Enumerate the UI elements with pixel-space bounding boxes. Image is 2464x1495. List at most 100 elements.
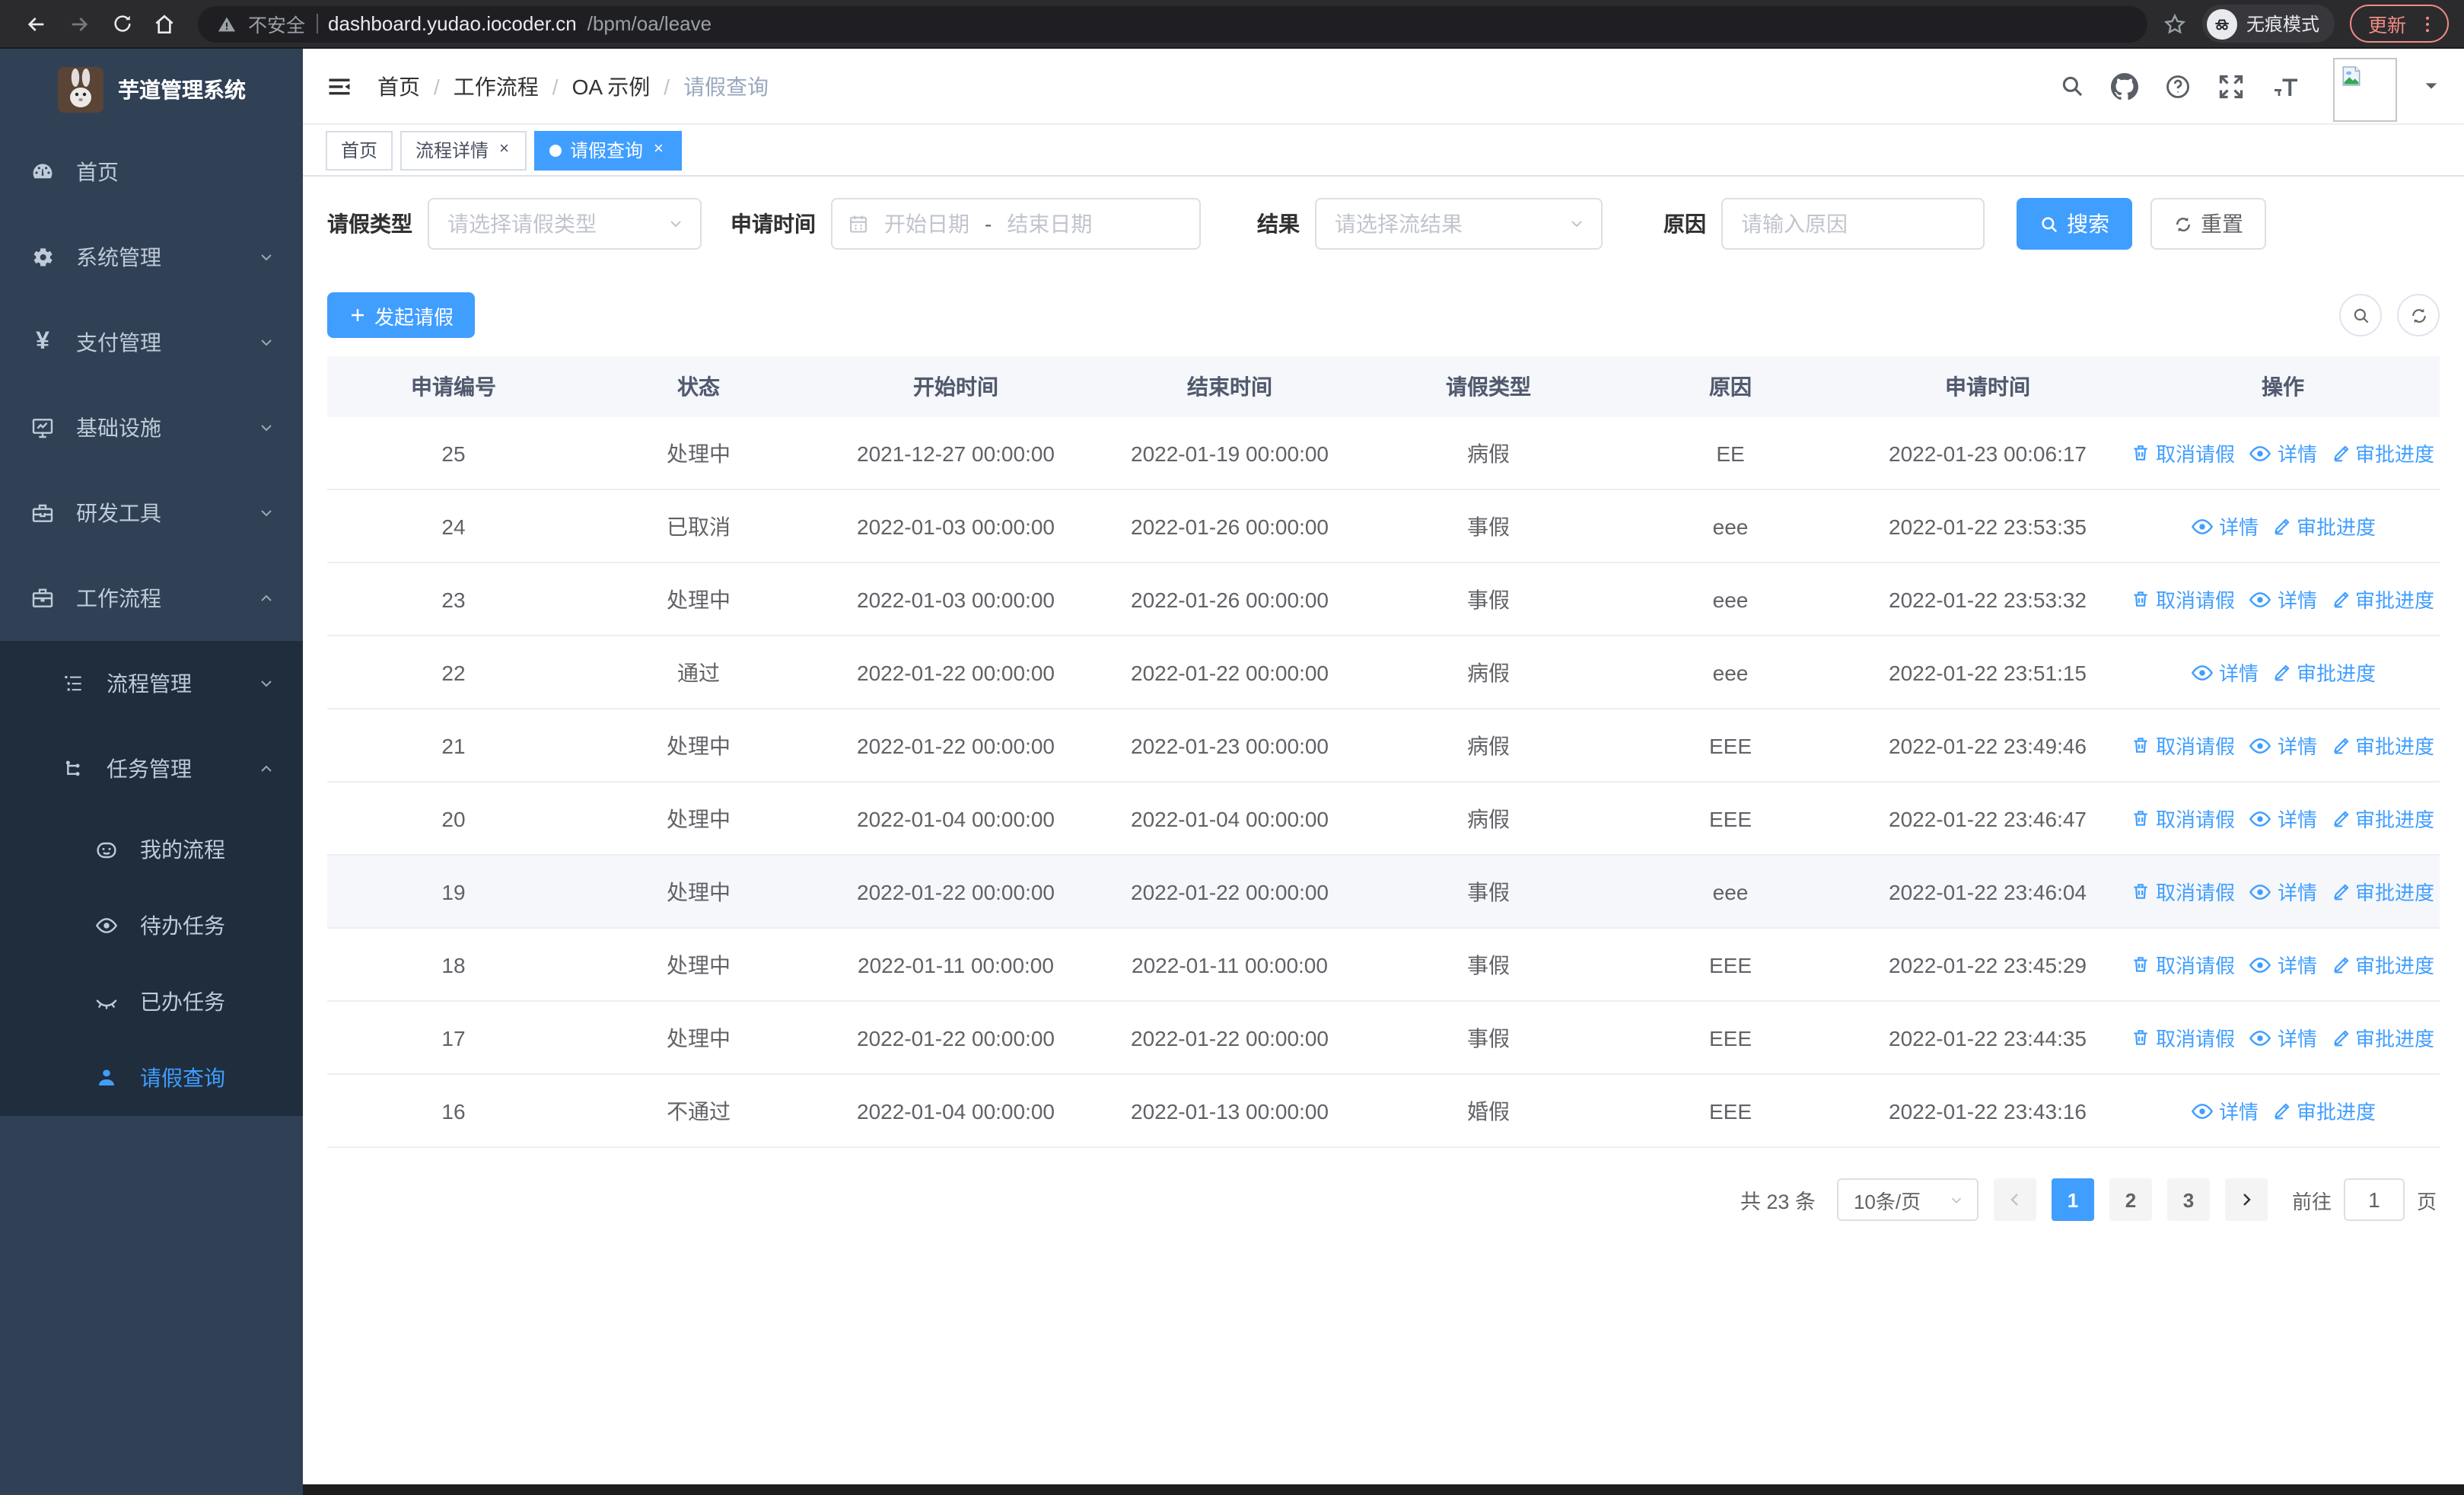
font-size-icon[interactable] — [2271, 72, 2301, 100]
trash-icon — [2131, 955, 2151, 974]
insecure-warning-icon[interactable] — [216, 13, 237, 34]
tab-close-icon[interactable]: × — [651, 140, 667, 160]
github-icon[interactable] — [2111, 72, 2138, 100]
avatar[interactable] — [2333, 57, 2397, 121]
back-icon[interactable] — [15, 5, 58, 42]
page-button-2[interactable]: 2 — [2109, 1178, 2152, 1221]
sidebar-item-请假查询[interactable]: 请假查询 — [0, 1040, 303, 1116]
update-label[interactable]: 更新 — [2368, 9, 2406, 38]
detail-action[interactable]: 详情 — [2249, 877, 2317, 906]
avatar-caret-icon[interactable] — [2423, 78, 2440, 94]
sidebar-collapse-icon[interactable] — [326, 72, 353, 100]
sidebar-item-待办任务[interactable]: 待办任务 — [0, 888, 303, 964]
fullscreen-icon[interactable] — [2217, 72, 2245, 100]
sidebar-item-研发工具[interactable]: 研发工具 — [0, 470, 303, 556]
sidebar-item-工作流程[interactable]: 工作流程 — [0, 556, 303, 641]
approval-progress-action[interactable]: 审批进度 — [2331, 804, 2434, 833]
action-label: 详情 — [2277, 808, 2317, 831]
approval-progress-action[interactable]: 审批进度 — [2272, 658, 2376, 687]
reason-input[interactable] — [1741, 212, 1965, 236]
tab-close-icon[interactable]: × — [496, 140, 512, 160]
detail-action[interactable]: 详情 — [2190, 512, 2259, 540]
tab-流程详情[interactable]: 流程详情 × — [400, 130, 527, 170]
approval-progress-action[interactable]: 审批进度 — [2331, 585, 2434, 614]
cell-apply-time: 2022-01-22 23:44:35 — [1889, 1025, 2087, 1050]
security-label[interactable]: 不安全 — [248, 9, 305, 38]
approval-progress-action[interactable]: 审批进度 — [2331, 438, 2434, 467]
reload-icon[interactable] — [100, 5, 143, 42]
approval-progress-action[interactable]: 审批进度 — [2331, 950, 2434, 979]
leave-type-select[interactable]: 请选择请假类型 — [428, 198, 702, 250]
cancel-leave-action[interactable]: 取消请假 — [2131, 804, 2235, 833]
url-path[interactable]: /bpm/oa/leave — [587, 12, 712, 35]
apply-time-range-picker[interactable]: 开始日期 - 结束日期 — [831, 198, 1201, 250]
result-select[interactable]: 请选择流结果 — [1315, 198, 1603, 250]
next-page-button[interactable] — [2224, 1178, 2268, 1221]
page-size-select[interactable]: 10条/页 — [1836, 1178, 1979, 1221]
breadcrumb-item[interactable]: 首页 — [377, 71, 420, 101]
address-bar[interactable]: 不安全 dashboard.yudao.iocoder.cn/bpm/oa/le… — [198, 5, 2147, 42]
help-icon[interactable] — [2164, 72, 2192, 100]
approval-progress-action[interactable]: 审批进度 — [2331, 731, 2434, 760]
detail-action[interactable]: 详情 — [2190, 658, 2259, 687]
browser-menu-icon[interactable] — [2417, 13, 2438, 34]
approval-progress-action[interactable]: 审批进度 — [2331, 1023, 2434, 1052]
refresh-table-button[interactable] — [2397, 294, 2440, 336]
sidebar-item-首页[interactable]: 首页 — [0, 129, 303, 215]
url-host[interactable]: dashboard.yudao.iocoder.cn — [328, 12, 577, 35]
home-icon[interactable] — [143, 5, 186, 42]
sidebar-item-基础设施[interactable]: 基础设施 — [0, 385, 303, 470]
cancel-leave-action[interactable]: 取消请假 — [2131, 438, 2235, 467]
col-header-type: 请假类型 — [1446, 375, 1531, 399]
bookmark-star-icon[interactable] — [2163, 11, 2187, 36]
cell-end-time: 2022-01-19 00:00:00 — [1131, 441, 1329, 465]
sidebar-item-系统管理[interactable]: 系统管理 — [0, 215, 303, 300]
cancel-leave-action[interactable]: 取消请假 — [2131, 877, 2235, 906]
table-toolbar: 发起请假 — [327, 292, 2440, 338]
approval-progress-action[interactable]: 审批进度 — [2272, 512, 2376, 540]
cell-reason: EEE — [1708, 806, 1752, 830]
sidebar-item-任务管理[interactable]: 任务管理 — [0, 726, 303, 811]
cancel-leave-action[interactable]: 取消请假 — [2131, 731, 2235, 760]
search-button[interactable]: 搜索 — [2017, 198, 2132, 250]
sidebar-item-label: 待办任务 — [140, 913, 225, 938]
cell-leave-type: 病假 — [1467, 733, 1510, 757]
cancel-leave-action[interactable]: 取消请假 — [2131, 1023, 2235, 1052]
detail-action[interactable]: 详情 — [2249, 950, 2317, 979]
page-button-1[interactable]: 1 — [2051, 1178, 2094, 1221]
cancel-leave-action[interactable]: 取消请假 — [2131, 950, 2235, 979]
goto-page-input[interactable] — [2345, 1180, 2403, 1219]
detail-action[interactable]: 详情 — [2249, 804, 2317, 833]
breadcrumb-item[interactable]: OA 示例 — [572, 71, 651, 101]
toggle-search-button[interactable] — [2339, 294, 2382, 336]
browser-update-button[interactable]: 更新 — [2349, 5, 2449, 43]
tab-请假查询[interactable]: 请假查询 × — [534, 130, 682, 170]
date-separator: - — [985, 212, 992, 236]
reset-button[interactable]: 重置 — [2150, 198, 2266, 250]
monitor-icon — [30, 416, 55, 440]
detail-action[interactable]: 详情 — [2190, 1096, 2259, 1125]
tab-首页[interactable]: 首页 — [326, 130, 393, 170]
breadcrumb-item[interactable]: 工作流程 — [454, 71, 539, 101]
cell-apply-time: 2022-01-22 23:46:47 — [1889, 806, 2087, 830]
approval-progress-action[interactable]: 审批进度 — [2272, 1096, 2376, 1125]
cancel-leave-action[interactable]: 取消请假 — [2131, 585, 2235, 614]
create-leave-button[interactable]: 发起请假 — [327, 292, 476, 338]
sidebar-item-我的流程[interactable]: 我的流程 — [0, 811, 303, 888]
detail-action[interactable]: 详情 — [2249, 1023, 2317, 1052]
action-label: 详情 — [2218, 516, 2259, 539]
detail-action[interactable]: 详情 — [2249, 585, 2317, 614]
table-row: 21 处理中 2022-01-22 00:00:00 2022-01-23 00… — [327, 709, 2440, 783]
sidebar-item-流程管理[interactable]: 流程管理 — [0, 641, 303, 726]
header-search-icon[interactable] — [2059, 73, 2085, 99]
sidebar-item-支付管理[interactable]: ¥ 支付管理 — [0, 300, 303, 385]
plus-icon — [349, 306, 367, 324]
app-logo-row[interactable]: 芋道管理系统 — [0, 49, 303, 129]
sidebar-item-已办任务[interactable]: 已办任务 — [0, 964, 303, 1040]
sidebar-item-label: 系统管理 — [76, 245, 161, 269]
approval-progress-action[interactable]: 审批进度 — [2331, 877, 2434, 906]
detail-action[interactable]: 详情 — [2249, 438, 2317, 467]
face-icon — [94, 837, 119, 862]
page-button-3[interactable]: 3 — [2166, 1178, 2210, 1221]
detail-action[interactable]: 详情 — [2249, 731, 2317, 760]
